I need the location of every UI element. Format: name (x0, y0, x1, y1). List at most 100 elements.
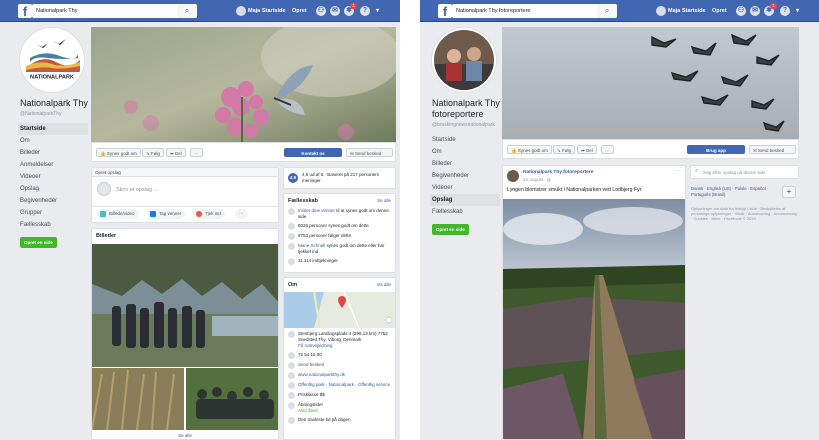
category-link[interactable]: Offentlig park · Nationalpark · Offentli… (298, 382, 390, 388)
globe-icon: ◍ (546, 177, 551, 182)
address-text: Stenbjerg Landingsplads 4 (296,13 km) 77… (298, 331, 388, 342)
nav-create[interactable]: Opret (292, 0, 307, 22)
location-map[interactable] (284, 292, 396, 328)
like-page-button[interactable]: 👍 Synes godt om (507, 145, 552, 154)
send-message-button[interactable]: ✉ Send besked (346, 148, 393, 157)
follow-button[interactable]: ➘ Følg (553, 145, 576, 154)
page-action-bar: 👍 Synes godt om ➘ Følg ➦ Del ··· Kontakt… (91, 142, 396, 162)
menu-item-groups[interactable]: Grupper (20, 207, 88, 219)
follow-button[interactable]: ➘ Følg (142, 148, 165, 157)
menu-item-about[interactable]: Om (20, 135, 88, 147)
menu-item-videos[interactable]: Videoer (20, 171, 88, 183)
rating-text[interactable]: 4,9 ud af 5 · Baseret på 217 personers m… (302, 172, 394, 184)
more-options-button[interactable]: ··· (601, 145, 614, 154)
invite-friends-link[interactable]: Inviter dine venner (298, 208, 335, 213)
friends-icon[interactable]: ⚇ (316, 6, 326, 16)
post-timestamp[interactable]: 13. august · ◍ (523, 177, 551, 183)
nav-home[interactable]: Startside (262, 0, 286, 22)
likes-count: 8026 personer synes godt om dette (298, 223, 369, 228)
menu-item-community[interactable]: Fællesskab (20, 219, 88, 231)
send-message-label: Send besked (758, 148, 785, 153)
friend-name-link[interactable]: Marie Schnell (298, 243, 325, 248)
create-page-button[interactable]: Opret en side (432, 224, 469, 235)
facebook-logo-icon[interactable]: f (18, 4, 32, 18)
search-icon[interactable]: ⌕ (177, 4, 197, 18)
messenger-icon[interactable]: ✉ (750, 6, 760, 16)
profile-picture[interactable]: NATIONALPARK (20, 28, 84, 92)
messenger-icon[interactable]: ✉ (330, 6, 340, 16)
menu-item-posts[interactable]: Opslag (430, 194, 500, 206)
hours-label[interactable]: Åbningstider (298, 402, 323, 407)
more-options-button[interactable]: ··· (190, 148, 203, 157)
composer-card: Opret opslag Skriv et opslag ... Billede… (91, 167, 279, 223)
cover-photo[interactable] (91, 27, 396, 142)
menu-item-photos[interactable]: Billeder (20, 147, 88, 159)
search-input[interactable]: Nationalpark Thy fotoreportere (452, 4, 617, 18)
community-see-all-link[interactable]: Se alle (377, 198, 391, 204)
photo-video-button[interactable]: Billede/video (97, 209, 139, 219)
menu-item-videos[interactable]: Videoer (432, 182, 500, 194)
add-language-button[interactable]: + (782, 186, 796, 198)
footer-links[interactable]: Oplysninger om data fra indsigt i side ·… (691, 206, 797, 221)
photos-see-all-link[interactable]: Se alle (92, 433, 278, 438)
facebook-logo-icon[interactable]: f (438, 4, 452, 18)
cover-photo-butterfly (91, 27, 396, 142)
share-button[interactable]: ➦ Del (577, 145, 597, 154)
menu-item-photos[interactable]: Billeder (432, 158, 500, 170)
menu-item-events[interactable]: Begivenheder (432, 170, 500, 182)
location-pin-icon (196, 211, 202, 217)
follow-label: Følg (562, 148, 572, 153)
menu-item-about[interactable]: Om (432, 146, 500, 158)
nav-home[interactable]: Startside (682, 0, 706, 22)
search-input[interactable]: Nationalpark Thy (32, 4, 197, 18)
composer-more-button[interactable]: ··· (235, 209, 248, 219)
search-icon[interactable]: ⌕ (597, 4, 617, 18)
post-author-link[interactable]: Nationalpark Thy fotoreportere (523, 170, 593, 175)
about-send-message-link[interactable]: Send besked (298, 362, 324, 368)
cover-photo-cranes (502, 27, 799, 139)
menu-item-home[interactable]: Startside (432, 134, 500, 146)
tag-friends-button[interactable]: Tag venner (147, 209, 186, 219)
nav-create[interactable]: Opret (712, 0, 727, 22)
profile-picture[interactable] (432, 28, 496, 92)
use-app-button[interactable]: Brug app (687, 145, 745, 154)
profile-link[interactable]: Maja (236, 0, 260, 22)
page-action-bar: 👍 Synes godt om ➘ Følg ➦ Del ··· Brug ap… (502, 139, 799, 159)
community-card: Fællesskab Se alle Inviter dine venner t… (283, 193, 396, 273)
contact-us-button[interactable]: Kontakt os (284, 148, 342, 157)
language-links[interactable]: Dansk · English (US) · Polski · Español … (691, 186, 776, 197)
phone-number[interactable]: 72 54 15 00 (298, 352, 322, 358)
page-title: Nationalpark Thy fotoreportere (432, 98, 500, 119)
profile-link[interactable]: Maja (656, 0, 680, 22)
menu-item-posts[interactable]: Opslag (20, 183, 88, 195)
page-post-search[interactable]: ⌕ Søg efter opslag på denne side (690, 165, 799, 179)
composer-input[interactable]: Skriv et opslag ... (116, 187, 158, 193)
send-message-button[interactable]: ✉ Send besked (749, 145, 796, 154)
share-button[interactable]: ➦ Del (166, 148, 186, 157)
account-menu-icon[interactable]: ▾ (796, 0, 799, 22)
website-link[interactable]: www.nationalparkthy.dk (298, 372, 345, 378)
check-in-button[interactable]: Tjek ind (193, 209, 225, 219)
help-icon[interactable]: ? (360, 6, 370, 16)
menu-item-home[interactable]: Startside (18, 123, 88, 135)
menu-item-community[interactable]: Fællesskab (432, 206, 500, 218)
cover-photo[interactable] (502, 27, 799, 139)
page-menu: Startside Om Billeder Begivenheder Video… (430, 134, 500, 218)
like-page-button[interactable]: 👍 Synes godt om (96, 148, 141, 157)
page-handle[interactable]: @NationalparkThy (20, 111, 88, 117)
help-icon[interactable]: ? (780, 6, 790, 16)
photo-grid[interactable] (92, 244, 279, 430)
about-see-all-link[interactable]: Vis alle (377, 282, 391, 288)
page-handle[interactable]: @bruskingnewsnationalpark (432, 122, 500, 128)
create-page-button[interactable]: Opret en side (20, 237, 57, 248)
post-author-avatar[interactable] (507, 170, 519, 182)
friends-icon[interactable]: ⚇ (736, 6, 746, 16)
post-options-button[interactable]: ··· (675, 168, 681, 174)
about-title: Om (288, 282, 298, 288)
directions-link[interactable]: Få rutevejledning (298, 343, 333, 348)
post-photo-heath-path[interactable] (503, 199, 686, 440)
menu-item-events[interactable]: Begivenheder (20, 195, 88, 207)
account-menu-icon[interactable]: ▾ (376, 0, 379, 22)
menu-item-reviews[interactable]: Anmeldelser (20, 159, 88, 171)
logo-text: NATIONALPARK (30, 75, 74, 81)
